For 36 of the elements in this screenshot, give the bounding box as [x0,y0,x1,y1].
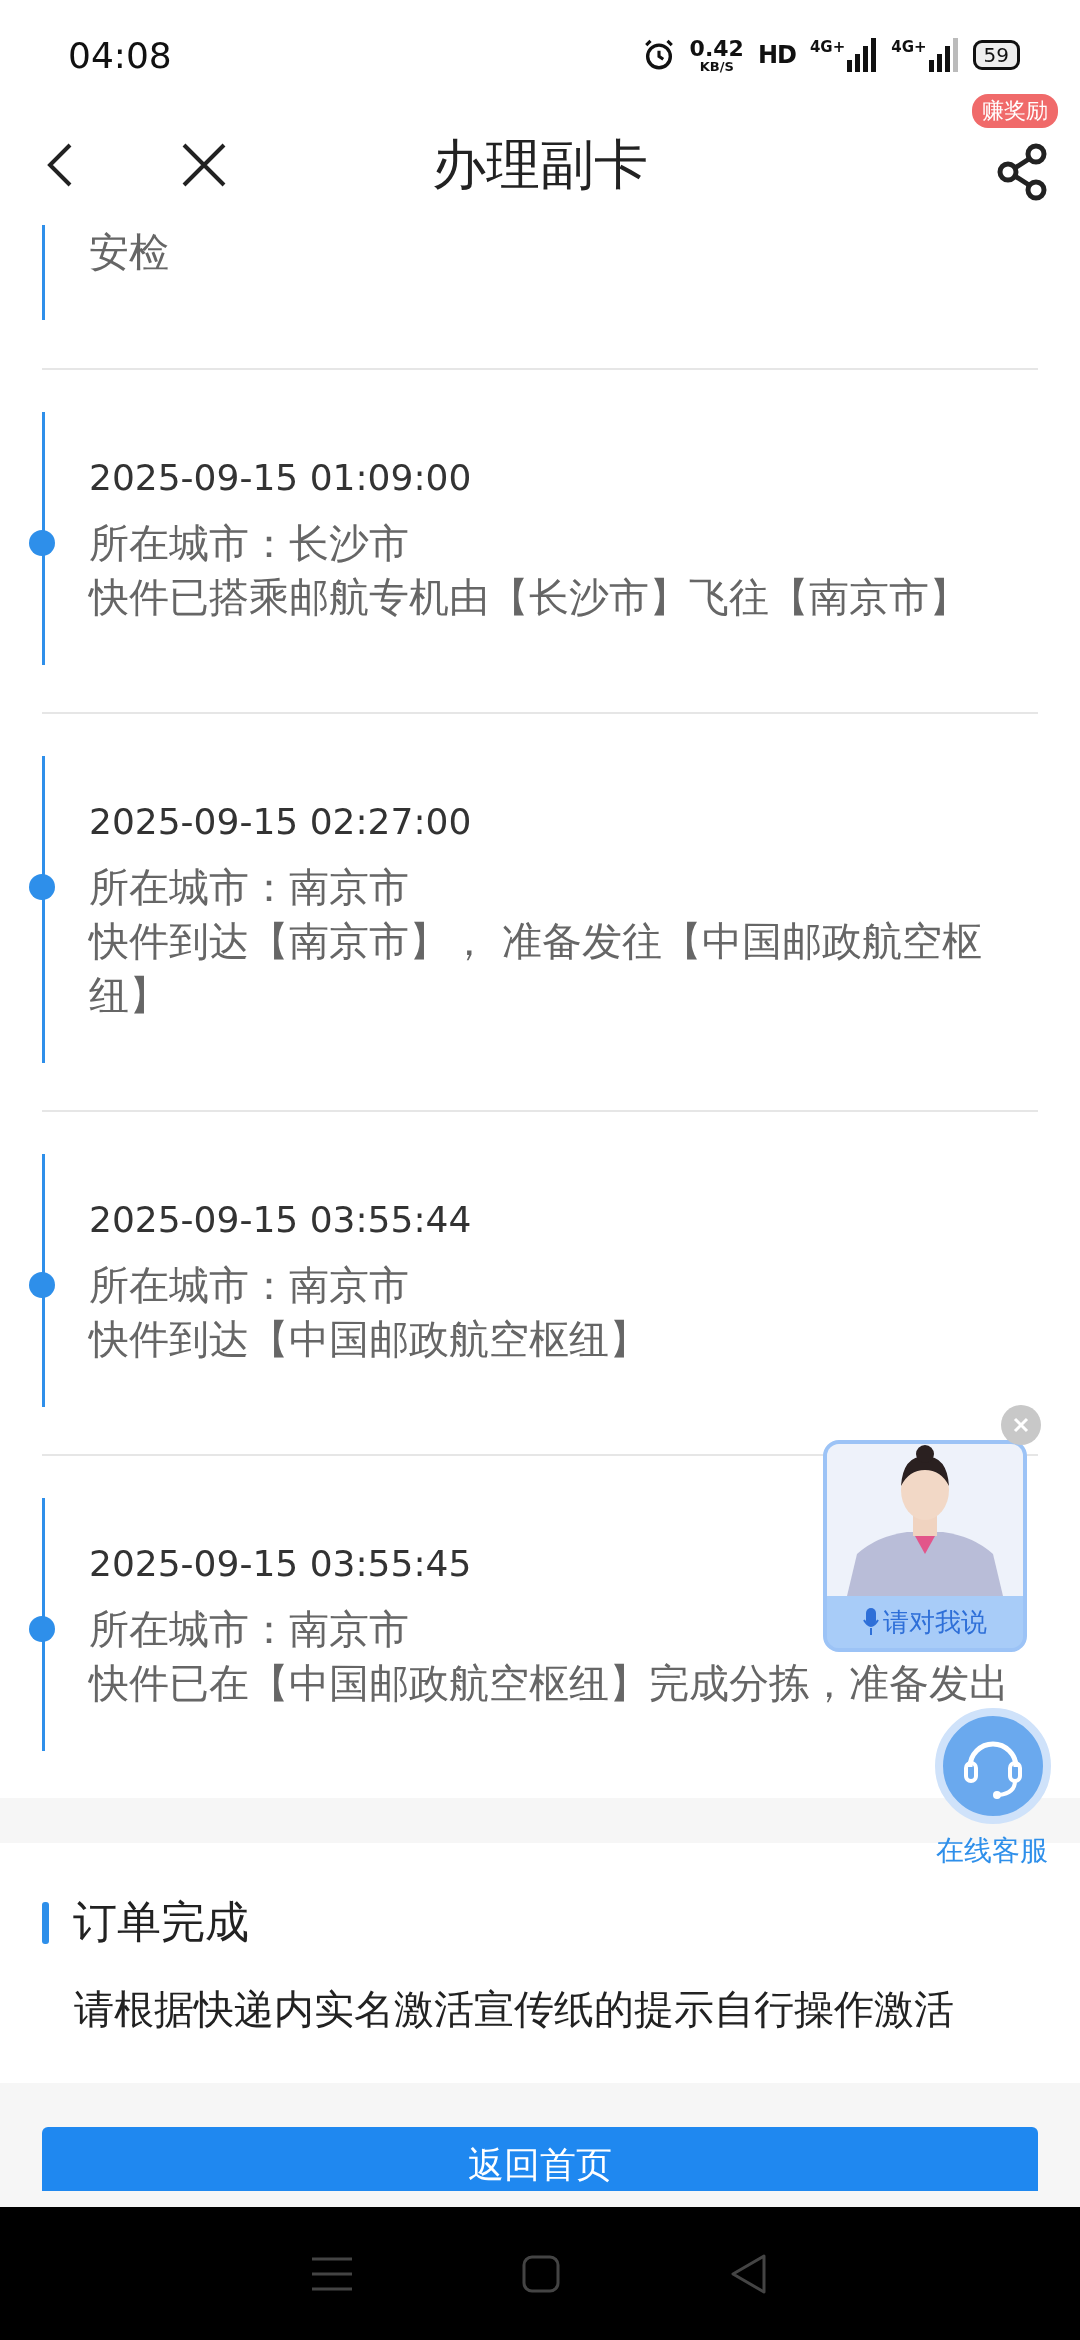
reward-badge[interactable]: 赚奖励 [972,94,1058,128]
tracking-city: 所在城市：南京市 [89,1605,409,1654]
section-marker [42,1901,49,1944]
close-icon [1012,1416,1030,1434]
page-title: 办理副卡 [432,131,648,198]
tracking-detail: 快件到达【中国邮政航空枢纽】 [89,1315,649,1364]
network-type: 4G+ [891,38,927,56]
tracking-city: 所在城市：长沙市 [89,519,409,568]
menu-icon[interactable] [312,2256,352,2291]
speed-unit: KB/S [699,59,734,73]
close-icon [180,141,228,189]
section-title: 订单完成 [73,1895,249,1949]
home-icon[interactable] [522,2254,560,2293]
battery-level: 59 [972,40,1020,70]
tracking-detail: 快件已搭乘邮航专机由【长沙市】飞往【南京市】 [89,573,969,622]
tracking-detail: 安检 [89,228,169,277]
signal-icon [928,38,959,72]
hd-indicator: HD [757,41,796,69]
network-type: 4G+ [809,38,846,56]
tracking-time: 2025-09-15 03:55:44 [89,1198,473,1242]
support-label: 在线客服 [936,1833,1048,1869]
tracking-time: 2025-09-15 01:09:00 [89,456,473,500]
tracking-time: 2025-09-15 03:55:45 [89,1542,473,1586]
microphone-icon [863,1608,879,1636]
signal-icon [847,38,878,72]
home-button[interactable]: 返回首页 [42,2127,1038,2191]
tracking-city: 所在城市：南京市 [89,863,409,912]
network-speed: 0.42 [689,37,744,60]
tracking-detail: 快件已在【中国邮政航空枢纽】完成分拣，准备发出 [89,1659,1009,1708]
status-time: 04:08 [68,34,172,76]
tracking-detail: 快件到达【南京市】， 准备发往【中国邮政航空枢纽】 [89,917,983,1020]
order-description: 请根据快递内实名激活宣传纸的提示自行操作激活 [74,1985,955,2034]
back-icon[interactable] [730,2253,768,2294]
tracking-time: 2025-09-15 02:27:00 [89,800,473,844]
tracking-city: 所在城市：南京市 [89,1261,409,1310]
assistant-card[interactable]: 请对我说 [823,1440,1027,1652]
